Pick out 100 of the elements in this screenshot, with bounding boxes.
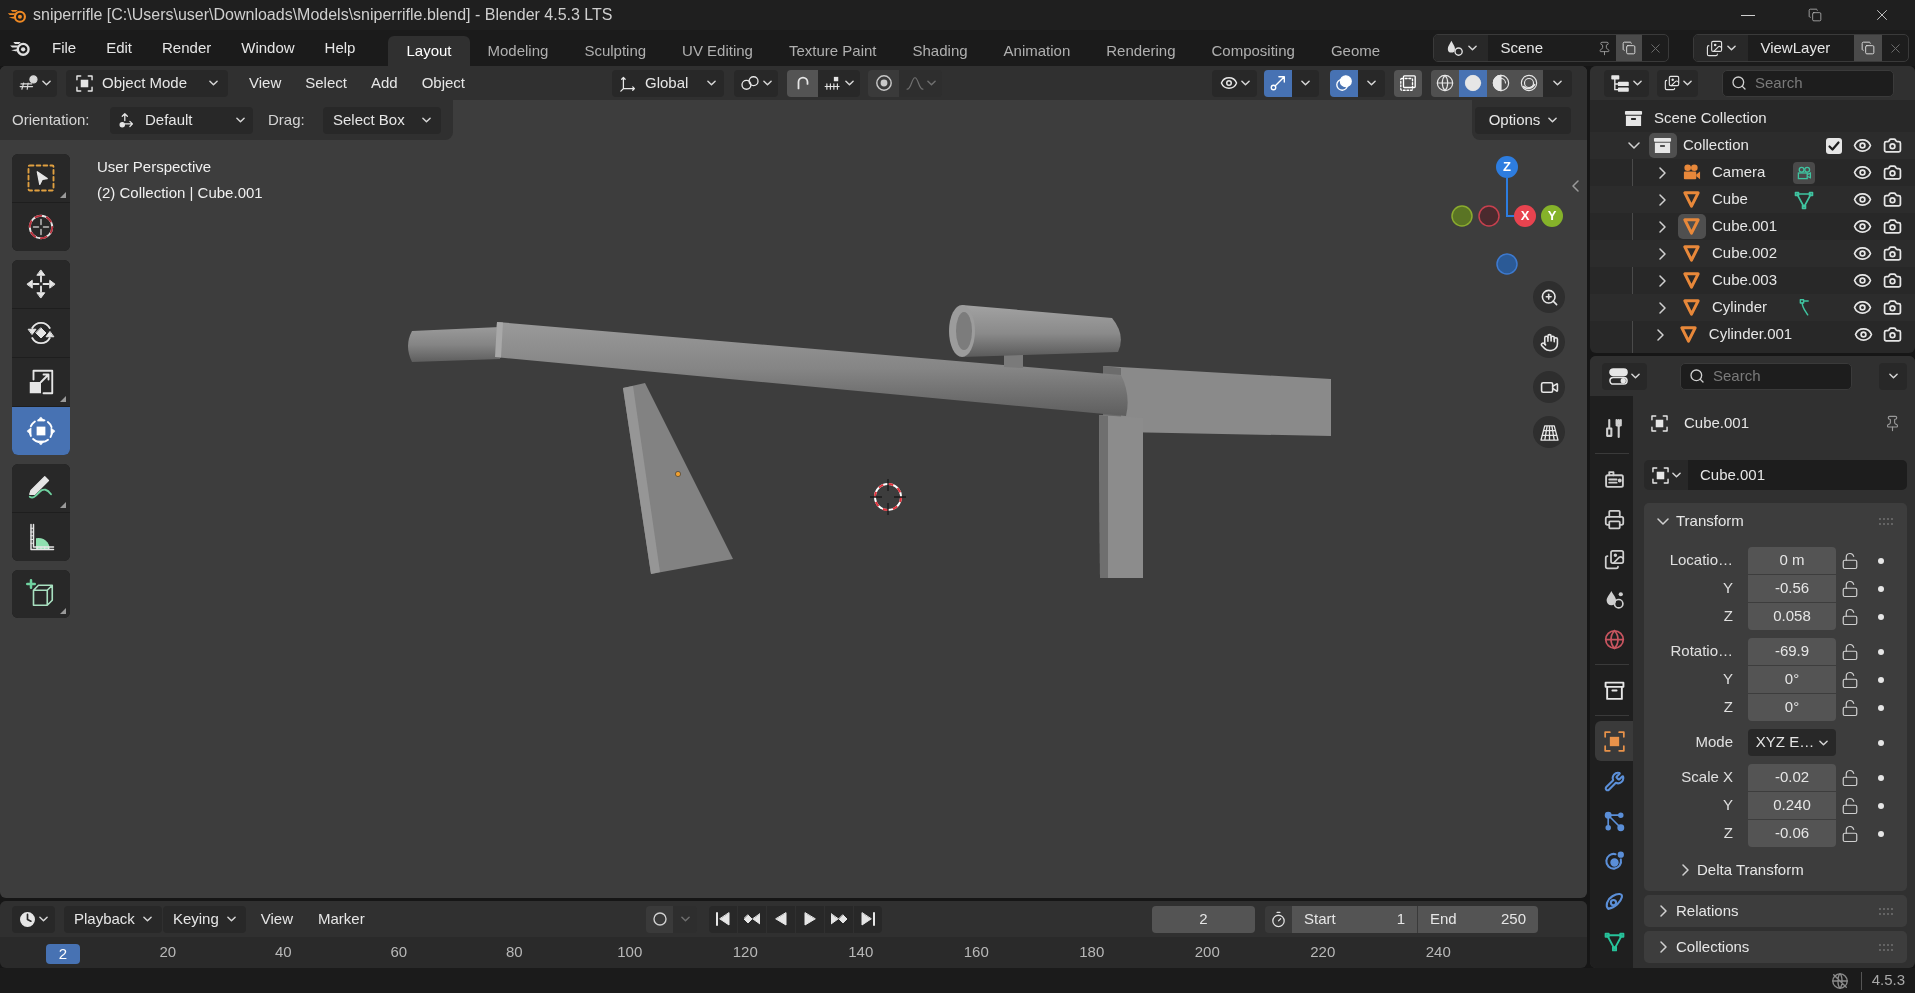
keyframe-dot-icon[interactable] [1878, 802, 1884, 809]
tool-button[interactable] [12, 358, 70, 406]
menu-item[interactable]: Render [150, 35, 224, 61]
menu-item[interactable]: View [250, 905, 303, 933]
unlock-icon[interactable] [1841, 551, 1859, 570]
workspace-tab[interactable]: Shading [894, 36, 986, 66]
tool-button[interactable] [12, 513, 70, 561]
triangle-icon[interactable] [1679, 325, 1699, 344]
triangle-icon[interactable] [1682, 244, 1701, 263]
keyframe-dot-icon[interactable] [1878, 557, 1884, 564]
number-field[interactable]: 0 m [1748, 547, 1836, 574]
camera-icon[interactable] [1882, 298, 1902, 317]
outliner-item[interactable]: Camera [1712, 161, 1766, 184]
workspace-tab[interactable]: UV Editing [664, 36, 771, 66]
outliner-item[interactable]: Cube [1712, 188, 1748, 211]
display-mode-dropdown[interactable] [1657, 69, 1698, 97]
workspace-tab[interactable]: Compositing [1193, 36, 1313, 66]
unlock-icon[interactable] [1841, 670, 1859, 689]
mode-dropdown[interactable]: XYZ E… [1748, 729, 1836, 756]
keyframe-dot-icon[interactable] [1878, 613, 1884, 620]
pan-button[interactable] [1533, 326, 1565, 358]
playback-button[interactable] [796, 905, 824, 933]
end-frame-field[interactable]: End 250 [1418, 905, 1538, 933]
outliner-item[interactable]: Cube.002 [1712, 242, 1778, 265]
menu-item[interactable]: View [237, 69, 294, 97]
workspace-tab[interactable]: Modeling [469, 36, 567, 66]
menu-item[interactable]: Help [312, 35, 368, 61]
collection-box-icon[interactable] [1648, 133, 1677, 158]
number-field[interactable]: -69.9 [1748, 638, 1836, 665]
menu-item[interactable]: Select [293, 69, 359, 97]
current-frame-field[interactable]: 2 [1152, 905, 1255, 933]
number-field[interactable]: 0° [1748, 666, 1836, 693]
menu-dropdown[interactable]: Keying [162, 905, 246, 933]
display-toggle[interactable] [1264, 69, 1292, 97]
collection-box-icon[interactable] [1624, 109, 1643, 128]
chevron-right-icon[interactable] [1659, 247, 1666, 260]
eye-icon[interactable] [1853, 217, 1872, 236]
drag-handle-icon[interactable] [1879, 907, 1893, 915]
playback-button[interactable] [825, 905, 853, 933]
search-field[interactable]: Search [1680, 362, 1852, 390]
playback-button[interactable] [738, 905, 766, 933]
camera-icon[interactable] [1882, 325, 1902, 344]
triangle-icon[interactable] [1682, 271, 1701, 290]
number-field[interactable]: 0° [1748, 694, 1836, 721]
number-field[interactable]: -0.56 [1748, 575, 1836, 602]
unlock-icon[interactable] [1841, 824, 1859, 843]
proportional-editing-toggle[interactable] [868, 69, 899, 97]
chevron-right-icon[interactable] [1657, 328, 1664, 341]
chevron-right-icon[interactable] [1659, 193, 1666, 206]
object-name-field[interactable]: Cube.001 [1688, 460, 1907, 490]
chevron-right-icon[interactable] [1659, 220, 1666, 233]
axis-handle[interactable]: X [1514, 205, 1536, 227]
workspace-tab[interactable]: Sculpting [566, 36, 665, 66]
drag-handle-icon[interactable] [1879, 517, 1893, 525]
unlock-icon[interactable] [1841, 698, 1859, 717]
chevron-right-icon[interactable] [1659, 274, 1666, 287]
zoom-button[interactable] [1533, 281, 1565, 313]
workspace-tab[interactable]: Layout [388, 36, 470, 66]
drag-dropdown[interactable]: Select Box [323, 106, 441, 134]
eye-icon[interactable] [1853, 163, 1872, 182]
chevron-right-icon[interactable] [1659, 301, 1666, 314]
menu-item[interactable]: Object [409, 69, 477, 97]
camera-data-icon[interactable] [1793, 161, 1815, 184]
outliner-item[interactable]: Cylinder [1712, 296, 1768, 319]
keyframe-dot-icon[interactable] [1878, 585, 1884, 592]
menu-item[interactable]: File [40, 35, 89, 61]
unlock-icon[interactable] [1841, 796, 1859, 815]
tool-button[interactable] [12, 203, 70, 251]
number-field[interactable]: 0.240 [1748, 792, 1836, 819]
pivot-dropdown[interactable] [734, 69, 778, 97]
keyframe-dot-icon[interactable] [1878, 676, 1884, 683]
search-field[interactable]: Search [1722, 69, 1894, 97]
mode-dropdown[interactable]: Object Mode [66, 69, 228, 97]
preview-range-toggle[interactable] [1265, 905, 1292, 933]
menu-item[interactable]: Edit [94, 35, 145, 61]
vertex-line-icon[interactable] [1798, 298, 1810, 317]
chevron-down-icon[interactable] [1657, 517, 1669, 525]
keyframe-dot-icon[interactable] [1878, 648, 1884, 655]
shading-mode-button[interactable] [1515, 69, 1543, 97]
unlock-icon[interactable] [1841, 579, 1859, 598]
camera-icon[interactable] [1882, 136, 1902, 155]
editor-type-button[interactable] [1602, 362, 1647, 390]
outliner-item[interactable]: Cube.001 [1712, 215, 1778, 238]
outliner-item[interactable]: Collection [1683, 134, 1749, 157]
shading-mode-button[interactable] [1459, 69, 1487, 97]
orientation-dropdown[interactable]: Global [612, 69, 724, 97]
eye-icon[interactable] [1853, 271, 1872, 290]
unlock-icon[interactable] [1841, 607, 1859, 626]
chevron-right-icon[interactable] [1659, 166, 1666, 179]
menu-item[interactable]: Add [358, 69, 410, 97]
workspace-tab[interactable]: Geome [1312, 36, 1399, 66]
chevron-right-icon[interactable] [1659, 905, 1667, 917]
keyframe-dot-icon[interactable] [1878, 774, 1884, 781]
editor-type-button[interactable] [13, 69, 57, 97]
camcorder-icon[interactable] [1682, 163, 1701, 182]
eye-icon[interactable] [1853, 136, 1872, 155]
menu-dropdown[interactable]: Playback [64, 905, 162, 933]
dropdown-button[interactable] [1292, 69, 1319, 97]
unlock-icon[interactable] [1841, 642, 1859, 661]
playhead-frame[interactable]: 2 [46, 944, 80, 964]
